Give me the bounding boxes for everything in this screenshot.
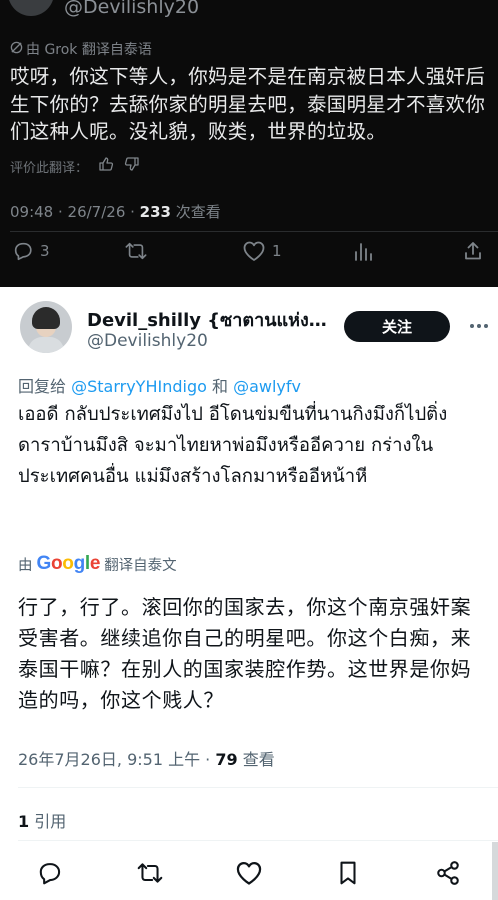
retweet-icon xyxy=(136,860,164,890)
divider xyxy=(18,787,498,788)
like-button[interactable]: 1 xyxy=(242,240,282,262)
translation-source-label: 由 Grok 翻译自泰语 xyxy=(26,42,152,58)
translation-suffix: 翻译自泰文 xyxy=(104,557,177,574)
view-count: 79 xyxy=(215,750,238,769)
reply-icon xyxy=(37,860,63,890)
rate-translation: 评价此翻译： xyxy=(10,156,140,176)
grok-icon xyxy=(10,41,23,58)
bookmark-button[interactable] xyxy=(332,860,364,890)
replying-to-and: 和 xyxy=(206,377,234,396)
replying-to-label: 回复给 xyxy=(18,377,72,396)
translation-source: 由 Grok 翻译自泰语 xyxy=(10,39,152,59)
retweet-button[interactable] xyxy=(124,240,148,262)
more-icon[interactable] xyxy=(468,311,490,341)
views-icon xyxy=(352,240,374,262)
translated-text: 行了，行了。滚回你的国家去，你这个南京强奸案受害者。继续追你自己的明星吧。你这个… xyxy=(18,595,472,712)
quote-count-link[interactable]: 1 引用 xyxy=(18,808,66,832)
divider xyxy=(10,231,498,232)
scrollbar[interactable] xyxy=(492,842,498,900)
like-icon xyxy=(242,240,266,262)
translation-prefix: 由 xyxy=(18,557,33,574)
bookmark-icon xyxy=(336,860,360,890)
mention-link[interactable]: @awlyfv xyxy=(233,377,301,396)
like-count: 1 xyxy=(272,242,282,260)
view-label: 查看 xyxy=(237,750,275,769)
share-button[interactable] xyxy=(462,240,484,262)
reply-button[interactable] xyxy=(34,860,66,890)
post-meta: 26年7月26日, 9:51 上午 · 79 查看 xyxy=(18,746,275,770)
tweet-text: 哎呀，你这下等人，你妈是不是在南京被日本人强奸后生下你的？去舔你家的明星去吧，泰… xyxy=(10,65,486,143)
views-button[interactable] xyxy=(352,240,374,262)
reply-count: 3 xyxy=(40,242,50,260)
like-icon xyxy=(235,860,263,890)
display-name[interactable]: Devil_shilly {ซาตานแห่งก... xyxy=(87,305,337,334)
retweet-button[interactable] xyxy=(134,860,166,890)
tweet-timestamp: 09:48 · 26/7/26 · xyxy=(10,203,140,221)
previous-tweet: @Devilishly20 由 Grok 翻译自泰语 哎呀，你这下等人，你妈是不… xyxy=(0,0,498,287)
avatar-hair xyxy=(32,307,60,329)
translation-source[interactable]: 由 Google 翻译自泰文 xyxy=(18,553,177,575)
quote-label: 引用 xyxy=(29,812,67,831)
thumbs-down-icon[interactable] xyxy=(124,156,140,176)
follow-button[interactable]: 关注 xyxy=(344,311,450,342)
retweet-icon xyxy=(124,240,148,262)
share-icon xyxy=(435,860,461,890)
google-logo: Google xyxy=(36,553,101,574)
focused-post: Devil_shilly {ซาตานแห่งก... @Devilishly2… xyxy=(0,287,498,900)
avatar[interactable] xyxy=(20,301,72,353)
quote-count: 1 xyxy=(18,812,30,831)
avatar[interactable] xyxy=(8,0,54,16)
reply-icon xyxy=(12,240,34,262)
post-timestamp[interactable]: 26年7月26日, 9:51 上午 · xyxy=(18,750,215,769)
post-text: เออดี กลับประเทศมึงไป อีโดนข่มขืนที่นานก… xyxy=(18,404,448,487)
share-icon xyxy=(462,240,484,262)
view-count: 233 xyxy=(139,203,171,221)
divider xyxy=(18,840,498,841)
replying-to: 回复给 @StarryYHIndigo 和 @awlyfv xyxy=(18,373,301,397)
post-handle[interactable]: @Devilishly20 xyxy=(87,331,208,351)
view-label: 次查看 xyxy=(170,203,221,221)
like-button[interactable] xyxy=(233,860,265,890)
reply-button[interactable]: 3 xyxy=(12,240,50,262)
share-button[interactable] xyxy=(432,860,464,890)
tweet-meta: 09:48 · 26/7/26 · 233 次查看 xyxy=(10,201,221,222)
action-bar xyxy=(0,860,498,890)
rate-translation-label: 评价此翻译： xyxy=(10,160,89,176)
tweet-handle[interactable]: @Devilishly20 xyxy=(64,0,199,18)
avatar-shirt xyxy=(28,337,64,353)
mention-link[interactable]: @StarryYHIndigo xyxy=(71,377,207,396)
action-bar: 3 1 xyxy=(0,240,498,270)
thumbs-up-icon[interactable] xyxy=(98,156,114,176)
